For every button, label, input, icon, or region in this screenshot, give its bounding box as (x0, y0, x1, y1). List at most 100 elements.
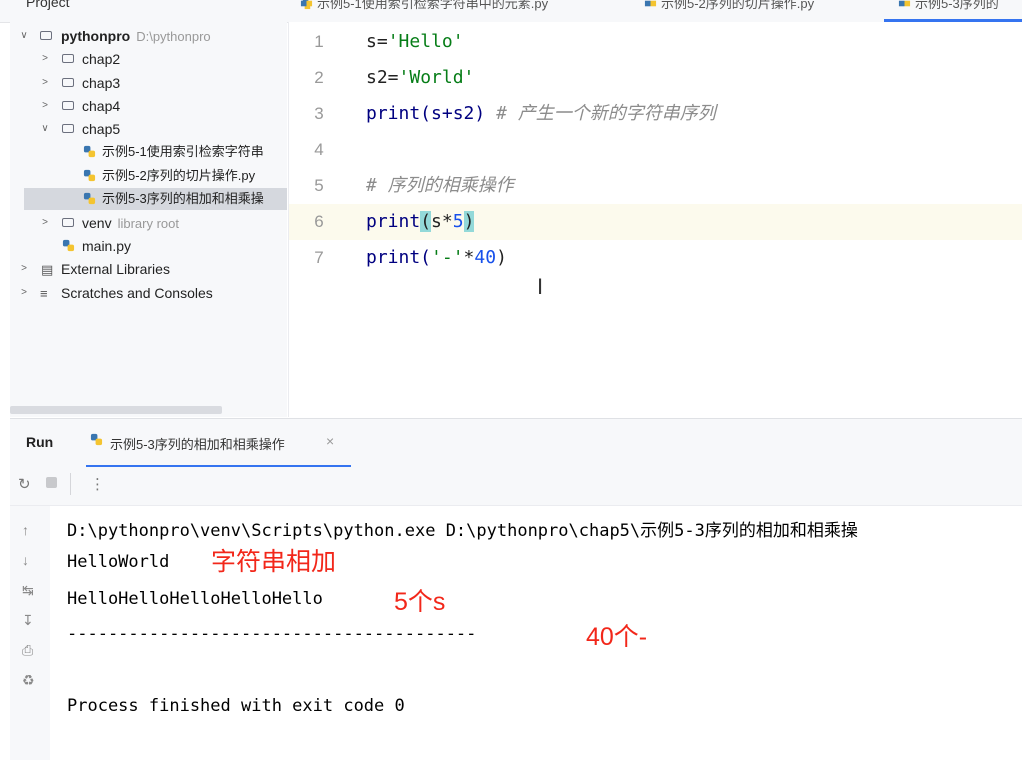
trash-icon[interactable]: ♻ (22, 672, 35, 689)
arrow-down-icon[interactable]: ↓ (22, 552, 29, 568)
top-bar: Project 示例5-1使用索引检索字符串中的元素.py 示例5-2序列的切片… (0, 0, 1022, 23)
chevron-down-icon[interactable]: ∨ (39, 118, 51, 140)
tree-item-chap2[interactable]: > chap2 (10, 48, 287, 70)
chevron-right-icon[interactable]: > (39, 72, 51, 94)
line-number: 6 (314, 212, 324, 231)
python-file-icon (62, 239, 75, 252)
python-file-icon (83, 192, 96, 205)
tree-item-label: chap5 (82, 121, 121, 137)
tree-item-chap3[interactable]: > chap3 (10, 72, 287, 94)
folder-icon (62, 78, 74, 87)
tree-item-label: 示例5-2序列的切片操作.py (102, 168, 256, 183)
code-text: print(s*5) (366, 211, 475, 232)
rerun-icon[interactable]: ↻ (18, 475, 31, 493)
chevron-right-icon[interactable]: > (18, 282, 30, 304)
tree-item-main-py[interactable]: main.py (10, 235, 287, 257)
folder-icon (62, 124, 74, 133)
code-text: s2='World' (366, 67, 475, 88)
code-text: # 序列的相乘操作 (366, 175, 514, 196)
chevron-down-icon[interactable]: ∨ (18, 25, 30, 47)
tree-item-label: Scratches and Consoles (61, 285, 213, 301)
run-tab-label: 示例5-3序列的相加和相乘操作 (110, 437, 285, 452)
code-line-current: 6 print(s*5) (289, 204, 1022, 240)
code-line: 4 (289, 132, 1022, 168)
tab-label: 示例5-2序列的切片操作.py (661, 0, 815, 11)
scroll-to-end-icon[interactable]: ↧ (22, 612, 34, 629)
console-output[interactable]: D:\pythonpro\venv\Scripts\python.exe D:\… (50, 506, 1022, 760)
line-number: 3 (314, 104, 324, 123)
tree-item-file-5-2[interactable]: 示例5-2序列的切片操作.py (10, 165, 287, 187)
annotation-text: 40个- (586, 623, 648, 651)
folder-icon (62, 218, 74, 227)
tab-label: 示例5-3序列的 (915, 0, 999, 11)
text-cursor-icon: I (537, 274, 544, 299)
code-line: 5 # 序列的相乘操作 (289, 168, 1022, 204)
project-view-label[interactable]: Project (26, 0, 70, 10)
arrow-up-icon[interactable]: ↑ (22, 522, 29, 538)
console-line: Process finished with exit code 0 (67, 696, 405, 716)
tree-item-label: venv library root (82, 215, 179, 231)
soft-wrap-icon[interactable]: ↹ (22, 582, 34, 599)
tree-item-chap4[interactable]: > chap4 (10, 95, 287, 117)
project-tree-panel: ∨ pythonpro D:\pythonpro > chap2 > chap3 … (10, 22, 287, 417)
console-line: HelloHelloHelloHelloHello (67, 589, 323, 609)
tree-item-label: 示例5-3序列的相加和相乘操 (102, 191, 264, 206)
run-tab[interactable]: 示例5-3序列的相加和相乘操作 × (86, 419, 351, 468)
tree-item-label: 示例5-1使用索引检索字符串 (102, 144, 264, 159)
tree-item-file-5-3[interactable]: 示例5-3序列的相加和相乘操 (24, 188, 287, 210)
code-line: 7 print('-'*40) (289, 240, 1022, 276)
tree-item-label: pythonpro D:\pythonpro (61, 28, 211, 44)
chevron-right-icon[interactable]: > (39, 48, 51, 70)
more-icon[interactable]: ⋮ (90, 475, 105, 493)
code-text: print(s+s2) # 产生一个新的字符串序列 (366, 103, 716, 124)
chevron-right-icon[interactable]: > (39, 95, 51, 117)
code-line: 3 print(s+s2) # 产生一个新的字符串序列 (289, 96, 1022, 132)
console-gutter: ↑ ↓ ↹ ↧ ⎙ ♻ (10, 506, 50, 760)
console-line: ---------------------------------------- (67, 624, 477, 644)
run-toolbar: ↻ ⋮ (10, 467, 1022, 506)
stop-icon[interactable] (46, 477, 57, 488)
tree-item-file-5-1[interactable]: 示例5-1使用索引检索字符串 (10, 141, 287, 163)
tree-item-pythonpro[interactable]: ∨ pythonpro D:\pythonpro (10, 25, 287, 47)
line-number: 5 (314, 176, 324, 195)
folder-icon (40, 31, 52, 40)
code-text: s='Hello' (366, 31, 464, 52)
line-number: 1 (314, 32, 324, 51)
chevron-right-icon[interactable]: > (18, 258, 30, 280)
tab-label: 示例5-1使用索引检索字符串中的元素.py (317, 0, 549, 11)
run-title[interactable]: Run (26, 434, 53, 450)
scratches-icon: ≡ (40, 286, 48, 301)
code-line: 2 s2='World' (289, 60, 1022, 96)
horizontal-scrollbar[interactable] (10, 406, 222, 414)
tab-example-5-2[interactable]: 示例5-2序列的切片操作.py (644, 0, 864, 22)
tree-item-label: chap3 (82, 75, 121, 91)
line-number: 2 (314, 68, 324, 87)
console-line: D:\pythonpro\venv\Scripts\python.exe D:\… (67, 521, 858, 541)
tab-example-5-1[interactable]: 示例5-1使用索引检索字符串中的元素.py (300, 0, 600, 22)
tree-item-label: main.py (82, 238, 132, 254)
folder-icon (62, 101, 74, 110)
code-text: print('-'*40) (366, 247, 507, 268)
tab-example-5-3[interactable]: 示例5-3序列的 (884, 0, 1022, 22)
annotation-text: 5个s (394, 588, 446, 616)
folder-icon (62, 54, 74, 63)
code-editor[interactable]: 1 s='Hello' 2 s2='World' 3 print(s+s2) #… (288, 22, 1022, 417)
chevron-right-icon[interactable]: > (39, 212, 51, 234)
tree-item-venv[interactable]: > venv library root (10, 212, 287, 234)
tree-item-scratches[interactable]: > ≡ Scratches and Consoles (10, 282, 287, 304)
code-line: 1 s='Hello' (289, 24, 1022, 60)
python-file-icon (90, 433, 103, 446)
print-icon[interactable]: ⎙ (22, 642, 33, 659)
annotation-text: 字符串相加 (211, 548, 337, 576)
toolbar-divider (70, 473, 71, 495)
close-icon[interactable]: × (326, 433, 334, 449)
tree-item-chap5[interactable]: ∨ chap5 (10, 118, 287, 140)
library-icon: ▤ (41, 262, 54, 277)
tree-item-external-libraries[interactable]: > ▤ External Libraries (10, 258, 287, 280)
line-number: 4 (314, 140, 324, 159)
line-number: 7 (314, 248, 324, 267)
run-panel-header: Run 示例5-3序列的相加和相乘操作 × (10, 418, 1022, 468)
console-line: HelloWorld (67, 552, 170, 572)
python-file-icon (644, 0, 657, 7)
python-file-icon (83, 169, 96, 182)
